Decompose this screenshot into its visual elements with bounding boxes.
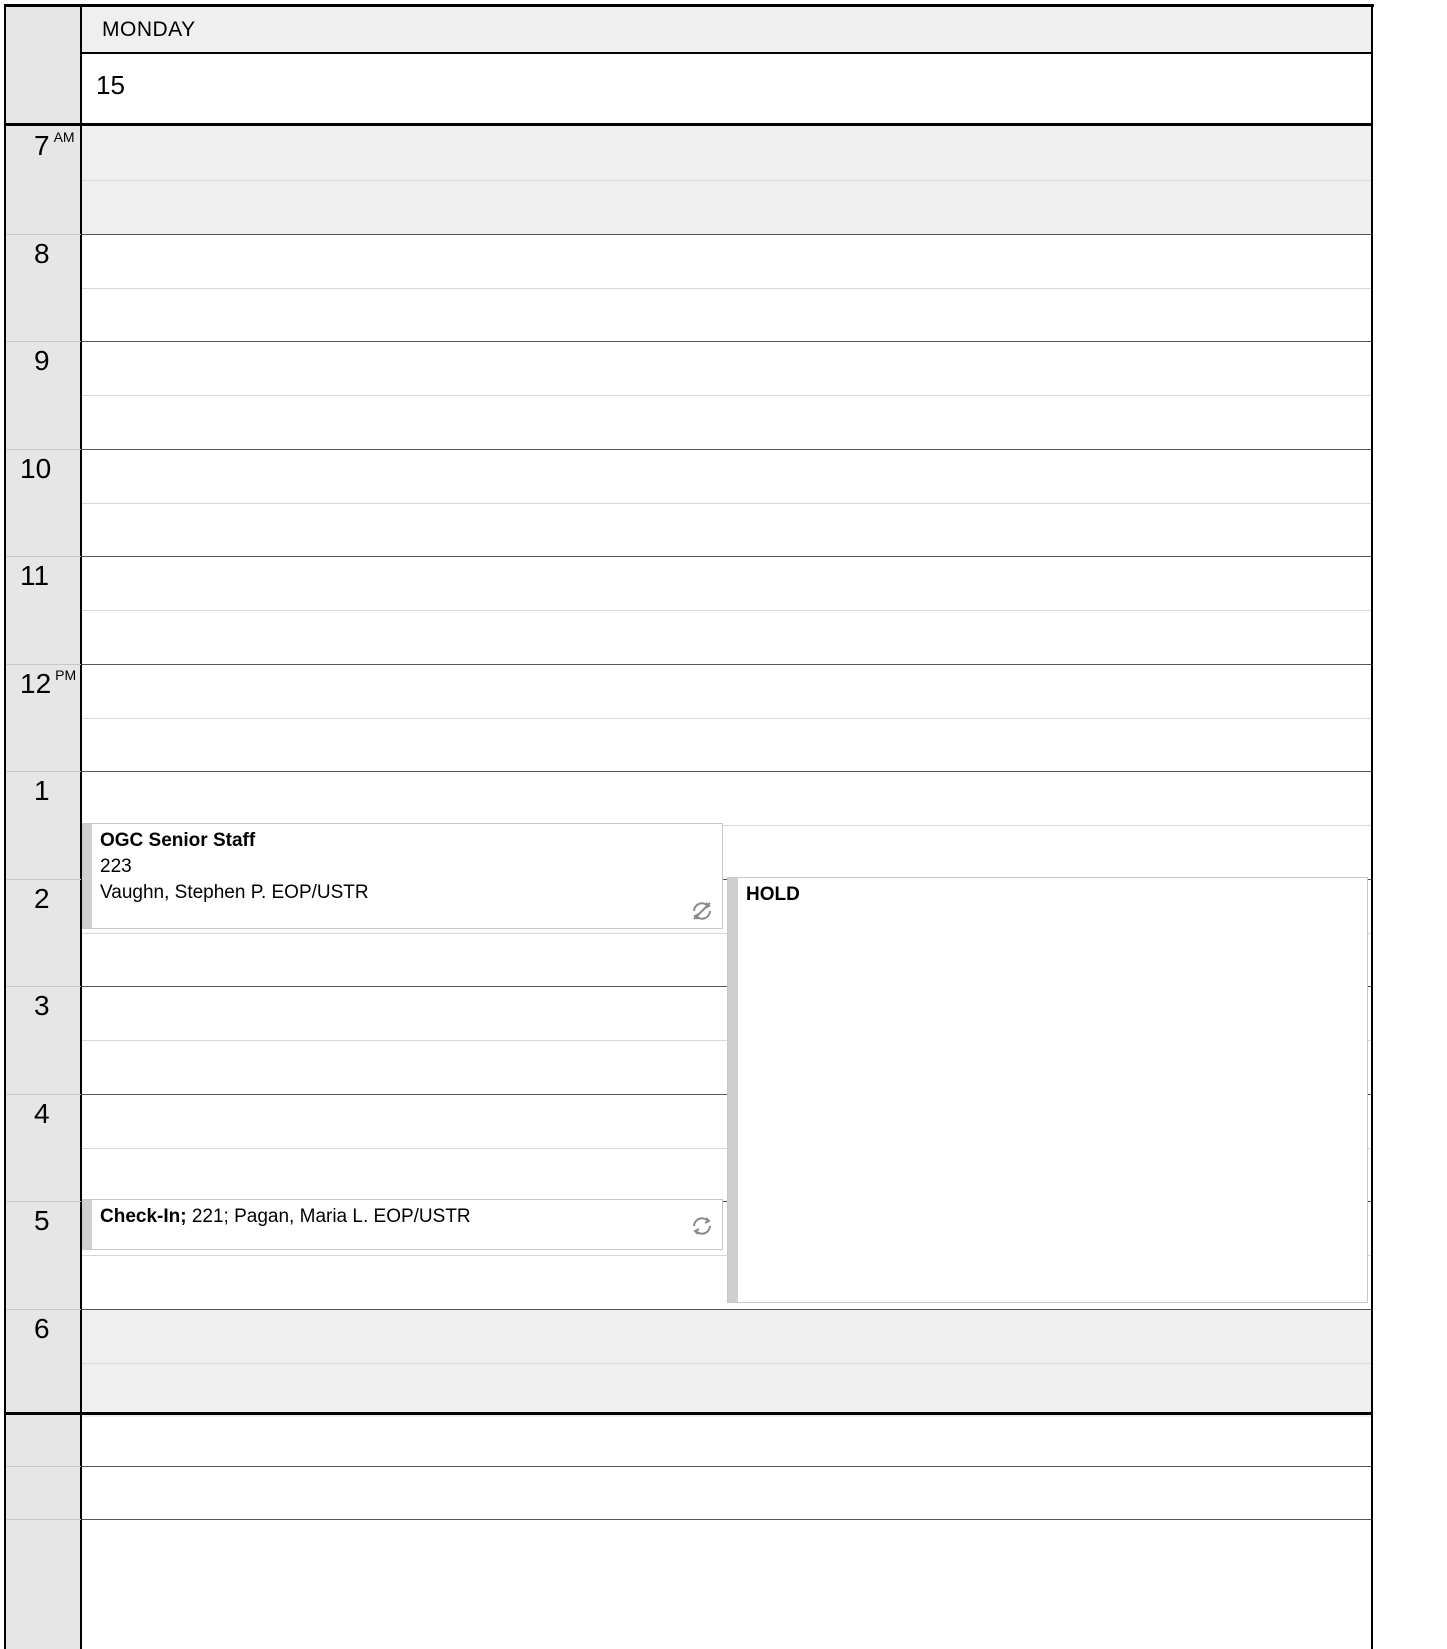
event-title: HOLD (746, 884, 800, 905)
half-hour-line (82, 288, 1371, 289)
event-status-bar (83, 824, 92, 928)
event-status-bar (728, 878, 738, 1302)
event-hold[interactable]: HOLD (727, 877, 1368, 1303)
hour-label: 11 (6, 556, 49, 590)
hour-number: 6 (34, 1313, 50, 1344)
bottom-row-line (82, 1519, 1371, 1520)
recurring-icon (689, 1213, 715, 1239)
event-body: Check-In; 221; Pagan, Maria L. EOP/USTR (100, 1203, 680, 1231)
hour-label: 8 (6, 234, 50, 268)
event-body: OGC Senior Staff 223 Vaughn, Stephen P. … (100, 827, 700, 907)
recurring-exception-icon (689, 898, 715, 924)
hour-line (82, 1309, 1371, 1310)
hour-number: 3 (34, 990, 50, 1021)
event-title: Check-In; (100, 1206, 187, 1227)
hour-line (82, 234, 1371, 235)
hour-number: 11 (20, 560, 50, 591)
hour-number: 5 (34, 1205, 50, 1236)
hour-number: 12 (20, 668, 52, 699)
half-hour-line (82, 610, 1371, 611)
hour-number: 10 (20, 453, 52, 484)
half-hour-line (82, 1363, 1371, 1364)
day-header: MONDAY (82, 7, 1371, 54)
event-location: 223 (100, 856, 132, 877)
half-hour-line (82, 395, 1371, 396)
hour-label: 10 (6, 449, 51, 483)
half-hour-line (82, 180, 1371, 181)
hour-label: 2 (6, 879, 50, 913)
hour-number: 2 (34, 883, 50, 914)
hour-number: 1 (34, 775, 50, 806)
bottom-row-line (82, 1466, 1371, 1467)
hour-line (82, 556, 1371, 557)
hour-label: 4 (6, 1094, 50, 1128)
hour-line (82, 771, 1371, 772)
event-title: OGC Senior Staff (100, 830, 256, 851)
date-header[interactable]: 15 (82, 56, 1371, 123)
hour-label: 9 (6, 341, 50, 375)
meridiem-label: PM (55, 667, 77, 683)
hour-label: 6 (6, 1309, 50, 1343)
hour-number: 7 (34, 130, 50, 161)
half-hour-line (82, 503, 1371, 504)
event-ogc-senior-staff[interactable]: OGC Senior Staff 223 Vaughn, Stephen P. … (82, 823, 723, 929)
all-day-divider (4, 1412, 1373, 1415)
right-border (1371, 4, 1373, 1649)
hour-number: 4 (34, 1098, 50, 1129)
hour-label: 1 (6, 771, 50, 805)
hour-label: 7 AM (6, 126, 75, 160)
hour-label: 12 PM (6, 664, 76, 698)
event-status-bar (83, 1200, 92, 1249)
event-details: 221; Pagan, Maria L. EOP/USTR (186, 1206, 471, 1227)
day-name: MONDAY (102, 18, 196, 41)
day-calendar-view: MONDAY 15 7 AM 8 9 10 11 12 PM 1 2 3 4 5 6 OGC Senior… (0, 0, 1447, 1649)
day-number: 15 (96, 70, 125, 100)
hour-line (82, 341, 1371, 342)
event-check-in[interactable]: Check-In; 221; Pagan, Maria L. EOP/USTR (82, 1199, 723, 1250)
hour-label: 3 (6, 986, 50, 1020)
hour-number: 9 (34, 345, 50, 376)
gutter-row-line (6, 1519, 81, 1520)
hour-label: 5 (6, 1201, 50, 1235)
hour-line (82, 449, 1371, 450)
hour-number: 8 (34, 238, 50, 269)
half-hour-line (82, 718, 1371, 719)
hour-line (82, 664, 1371, 665)
meridiem-label: AM (53, 129, 75, 145)
gutter-row-line (6, 1466, 81, 1467)
event-organizer: Vaughn, Stephen P. EOP/USTR (100, 882, 369, 903)
